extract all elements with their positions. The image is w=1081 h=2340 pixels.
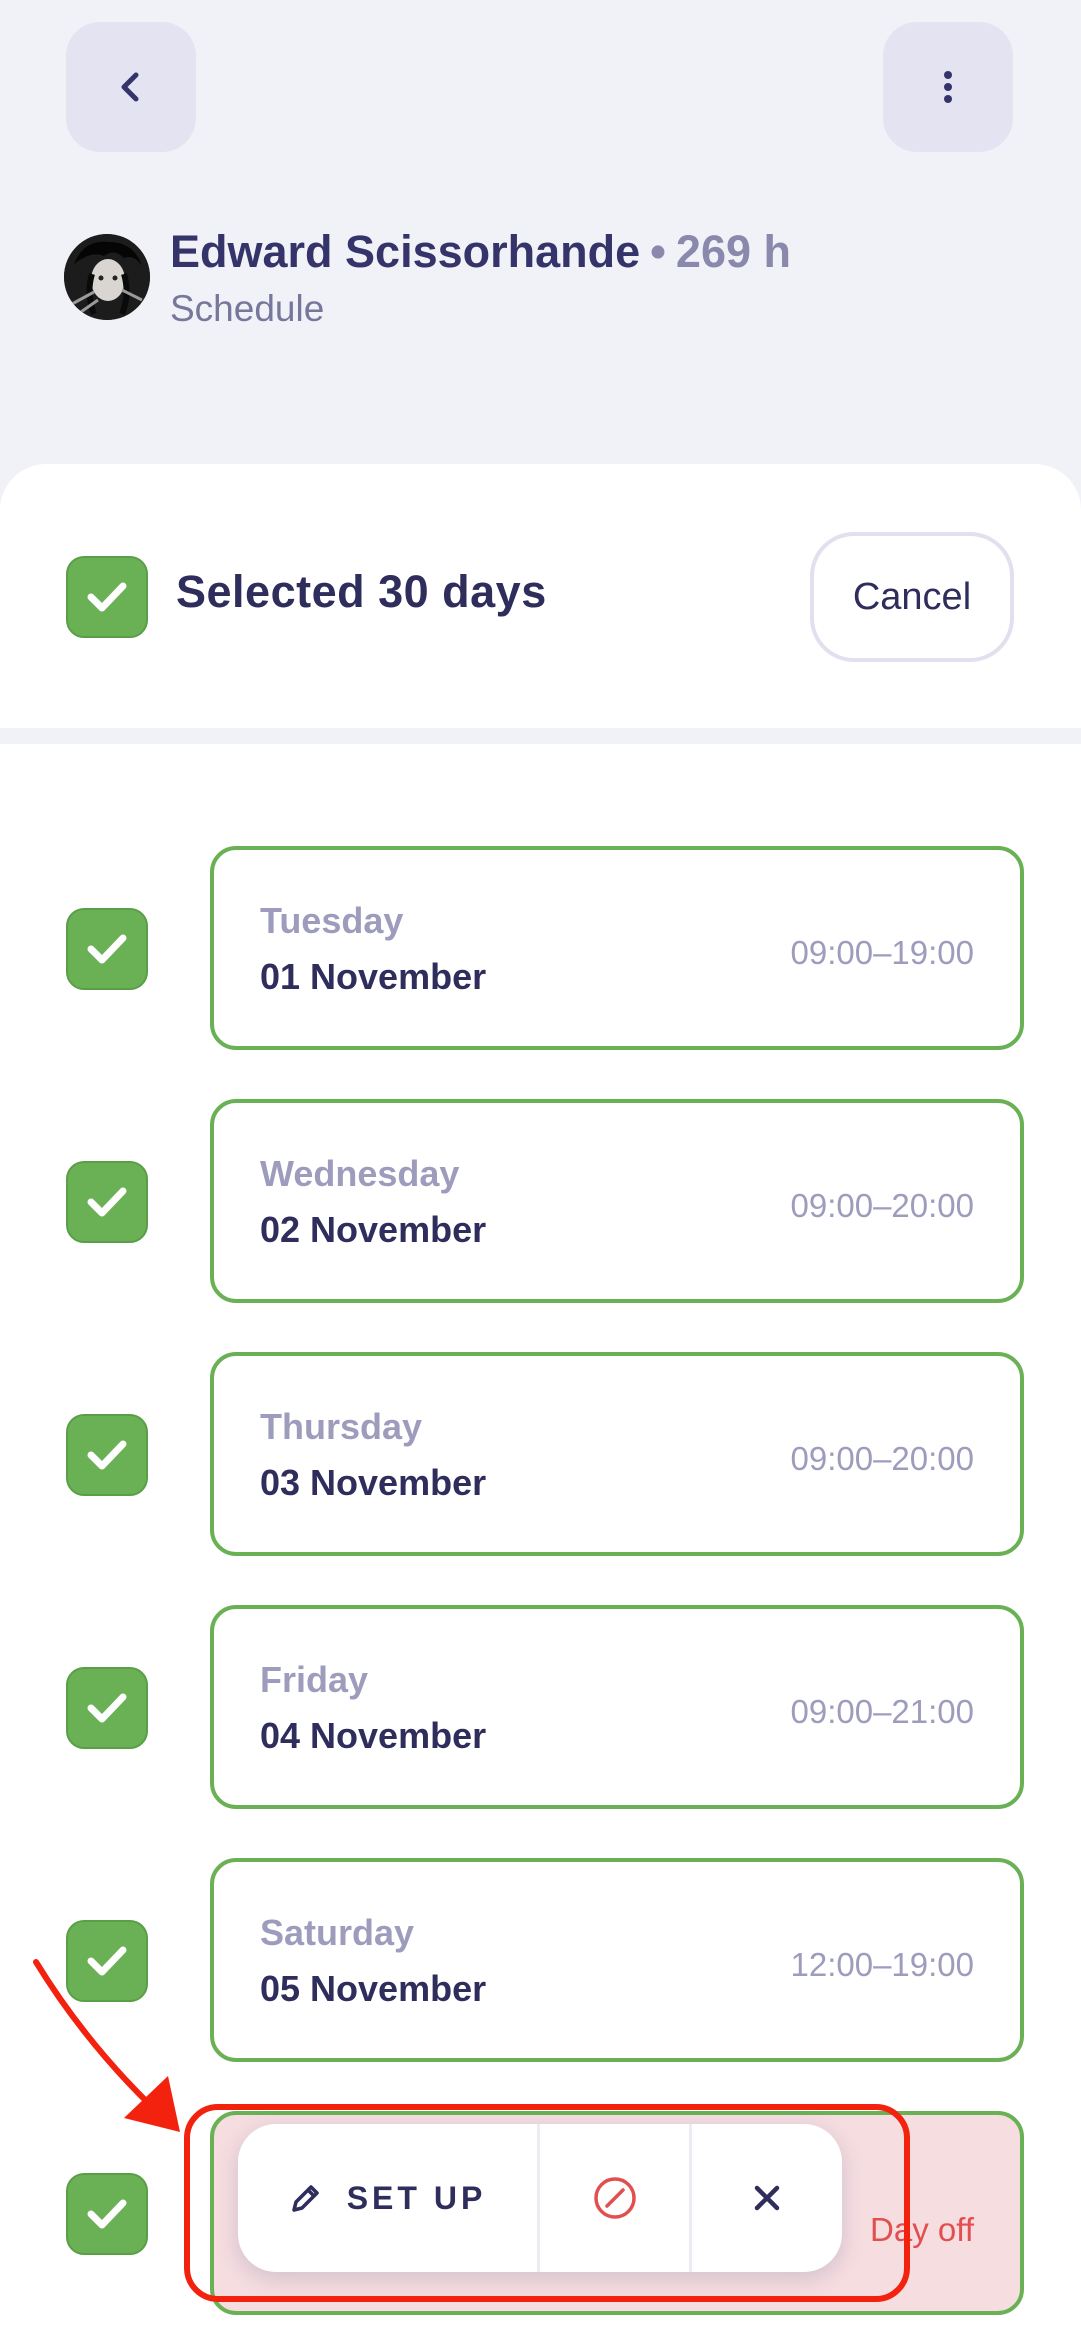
day-checkbox[interactable]	[66, 2173, 148, 2255]
day-date: 02 November	[260, 1209, 487, 1250]
page-subtitle: Schedule	[170, 288, 325, 329]
cancel-button[interactable]: Cancel	[810, 532, 1014, 662]
day-weekday: Wednesday	[260, 1153, 460, 1194]
day-card[interactable]: Thursday 03 November 09:00–20:00	[210, 1352, 1024, 1556]
day-checkbox[interactable]	[66, 908, 148, 990]
day-weekday: Tuesday	[260, 900, 404, 941]
day-date: 05 November	[260, 1968, 487, 2009]
checkmark-icon	[87, 1693, 127, 1723]
back-button[interactable]	[66, 22, 196, 152]
day-time: 09:00–19:00	[790, 934, 974, 971]
day-card[interactable]: Saturday 05 November 12:00–19:00	[210, 1858, 1024, 2062]
day-date: 04 November	[260, 1715, 487, 1756]
checkmark-icon	[87, 582, 127, 612]
day-date: 01 November	[260, 956, 487, 997]
total-hours: 269 h	[675, 226, 791, 277]
chevron-left-icon	[121, 72, 139, 102]
day-card[interactable]: Friday 04 November 09:00–21:00	[210, 1605, 1024, 1809]
day-date: 03 November	[260, 1462, 487, 1503]
day-checkbox[interactable]	[66, 1667, 148, 1749]
day-checkbox[interactable]	[66, 1161, 148, 1243]
annotation-arrow-icon	[33, 1959, 180, 2132]
divider	[0, 728, 1081, 744]
day-time: 09:00–21:00	[790, 1693, 974, 1730]
day-time: 09:00–20:00	[790, 1440, 974, 1477]
selection-count: Selected 30 days	[176, 566, 547, 617]
day-weekday: Thursday	[260, 1406, 423, 1447]
checkmark-icon	[87, 1187, 127, 1217]
avatar	[64, 234, 150, 320]
checkmark-icon	[87, 934, 127, 964]
employee-name: Edward Scissorhande	[170, 226, 641, 277]
more-menu-button[interactable]	[883, 22, 1013, 152]
day-time: 12:00–19:00	[790, 1946, 974, 1983]
checkmark-icon	[87, 1440, 127, 1470]
day-weekday: Saturday	[260, 1912, 415, 1953]
employee-title: Edward Scissorhande • 269 h	[170, 226, 791, 278]
more-vertical-icon	[944, 71, 952, 103]
select-all-checkbox[interactable]	[66, 556, 148, 638]
separator-dot: •	[650, 226, 666, 277]
day-time: 09:00–20:00	[790, 1187, 974, 1224]
day-checkbox[interactable]	[66, 1414, 148, 1496]
day-card[interactable]: Tuesday 01 November 09:00–19:00	[210, 846, 1024, 1050]
day-card[interactable]: Wednesday 02 November 09:00–20:00	[210, 1099, 1024, 1303]
day-weekday: Friday	[260, 1659, 369, 1700]
checkmark-icon	[87, 2199, 127, 2229]
annotation-highlight-box	[184, 2104, 910, 2302]
